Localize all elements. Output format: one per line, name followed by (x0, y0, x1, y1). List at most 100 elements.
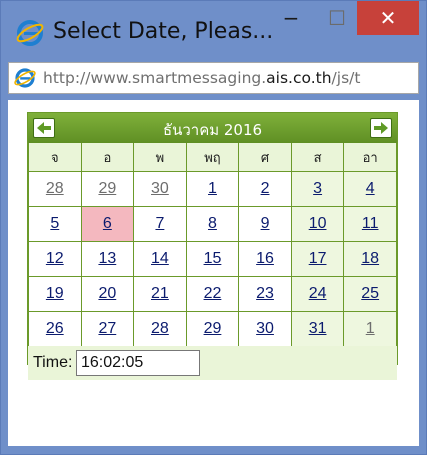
day-link[interactable]: 15 (204, 250, 222, 267)
weekday-sun: อา (344, 143, 396, 171)
today-cell[interactable]: 6 (81, 207, 134, 241)
close-button[interactable]: ✕ (357, 1, 419, 35)
week-row: 5 6 7 8 9 10 11 (29, 207, 396, 241)
day-cell[interactable]: 28 (134, 312, 186, 346)
day-cell[interactable]: 17 (291, 242, 344, 276)
day-link[interactable]: 13 (98, 250, 116, 267)
day-link[interactable]: 1 (208, 180, 217, 197)
day-link[interactable]: 30 (151, 180, 169, 197)
day-link[interactable]: 7 (155, 215, 164, 232)
day-cell[interactable]: 22 (186, 277, 239, 311)
day-link[interactable]: 28 (46, 180, 64, 197)
address-url: http://www.smartmessaging.ais.co.th/js/t (43, 69, 360, 87)
weekday-thu: พฤ (186, 143, 239, 171)
month-title: ธันวาคม 2016 (162, 121, 263, 139)
day-link[interactable]: 27 (98, 320, 116, 337)
day-link[interactable]: 29 (98, 180, 116, 197)
day-link[interactable]: 29 (204, 320, 222, 337)
time-row: Time: (28, 346, 397, 380)
minimize-icon: − (282, 6, 300, 30)
day-cell[interactable]: 23 (239, 277, 291, 311)
day-cell[interactable]: 12 (29, 242, 81, 276)
close-icon: ✕ (379, 6, 397, 30)
day-link[interactable]: 26 (46, 320, 64, 337)
calendar-grid: จ อ พ พฤ ศ ส อา 28 29 30 1 2 3 4 5 6 7 8… (28, 142, 397, 347)
arrow-right-icon (374, 122, 388, 134)
day-link[interactable]: 28 (151, 320, 169, 337)
day-cell[interactable]: 26 (29, 312, 81, 346)
day-link[interactable]: 6 (103, 215, 112, 232)
day-link[interactable]: 8 (208, 215, 217, 232)
day-cell[interactable]: 30 (239, 312, 291, 346)
day-link[interactable]: 5 (50, 215, 59, 232)
time-input[interactable] (76, 350, 200, 376)
url-domain: ais.co.th (266, 69, 332, 87)
day-cell[interactable]: 28 (29, 172, 81, 206)
day-cell[interactable]: 10 (291, 207, 344, 241)
address-bar[interactable]: http://www.smartmessaging.ais.co.th/js/t (8, 62, 419, 94)
day-cell[interactable]: 14 (134, 242, 186, 276)
day-link[interactable]: 4 (366, 180, 375, 197)
day-link[interactable]: 14 (151, 250, 169, 267)
day-link[interactable]: 25 (361, 285, 379, 302)
day-link[interactable]: 3 (313, 180, 322, 197)
day-cell[interactable]: 25 (344, 277, 396, 311)
day-link[interactable]: 21 (151, 285, 169, 302)
day-link[interactable]: 19 (46, 285, 64, 302)
day-cell[interactable]: 9 (239, 207, 291, 241)
day-cell[interactable]: 3 (291, 172, 344, 206)
time-label: Time: (33, 354, 73, 371)
day-link[interactable]: 16 (256, 250, 274, 267)
day-cell[interactable]: 19 (29, 277, 81, 311)
url-suffix: /js/t (331, 69, 361, 87)
day-cell[interactable]: 20 (81, 277, 134, 311)
day-cell[interactable]: 30 (134, 172, 186, 206)
day-cell[interactable]: 13 (81, 242, 134, 276)
day-cell[interactable]: 11 (344, 207, 396, 241)
day-cell[interactable]: 4 (344, 172, 396, 206)
day-link[interactable]: 30 (256, 320, 274, 337)
day-cell[interactable]: 15 (186, 242, 239, 276)
day-cell[interactable]: 18 (344, 242, 396, 276)
day-cell[interactable]: 8 (186, 207, 239, 241)
day-cell[interactable]: 29 (81, 172, 134, 206)
day-cell[interactable]: 31 (291, 312, 344, 346)
day-link[interactable]: 1 (366, 320, 375, 337)
day-link[interactable]: 20 (98, 285, 116, 302)
day-cell[interactable]: 2 (239, 172, 291, 206)
internet-explorer-icon (16, 20, 44, 46)
popup-window: Select Date, Pleas... − ☐ ✕ http://www.s… (0, 0, 427, 455)
day-cell[interactable]: 24 (291, 277, 344, 311)
minimize-button[interactable]: − (269, 1, 313, 35)
day-link[interactable]: 22 (204, 285, 222, 302)
day-cell[interactable]: 21 (134, 277, 186, 311)
weekday-sat: ส (291, 143, 344, 171)
day-cell[interactable]: 7 (134, 207, 186, 241)
week-row: 19 20 21 22 23 24 25 (29, 277, 396, 311)
maximize-button[interactable]: ☐ (315, 1, 359, 35)
day-link[interactable]: 24 (309, 285, 327, 302)
day-cell[interactable]: 5 (29, 207, 81, 241)
day-cell[interactable]: 16 (239, 242, 291, 276)
day-cell[interactable]: 1 (344, 312, 396, 346)
day-link[interactable]: 2 (261, 180, 270, 197)
day-cell[interactable]: 29 (186, 312, 239, 346)
weekday-fri: ศ (239, 143, 291, 171)
day-link[interactable]: 11 (362, 215, 379, 232)
url-prefix: http://www.smartmessaging. (43, 69, 267, 87)
day-link[interactable]: 23 (256, 285, 274, 302)
week-row: 12 13 14 15 16 17 18 (29, 242, 396, 276)
next-month-button[interactable] (370, 118, 392, 138)
day-link[interactable]: 12 (46, 250, 64, 267)
maximize-icon: ☐ (328, 6, 346, 30)
day-link[interactable]: 10 (309, 215, 327, 232)
day-link[interactable]: 18 (361, 250, 379, 267)
day-link[interactable]: 31 (309, 320, 327, 337)
title-bar[interactable]: Select Date, Pleas... − ☐ ✕ (1, 1, 426, 61)
day-link[interactable]: 17 (309, 250, 327, 267)
calendar-header: ธันวาคม 2016 (28, 113, 397, 143)
day-cell[interactable]: 27 (81, 312, 134, 346)
day-link[interactable]: 9 (261, 215, 270, 232)
weekday-wed: พ (134, 143, 186, 171)
day-cell[interactable]: 1 (186, 172, 239, 206)
